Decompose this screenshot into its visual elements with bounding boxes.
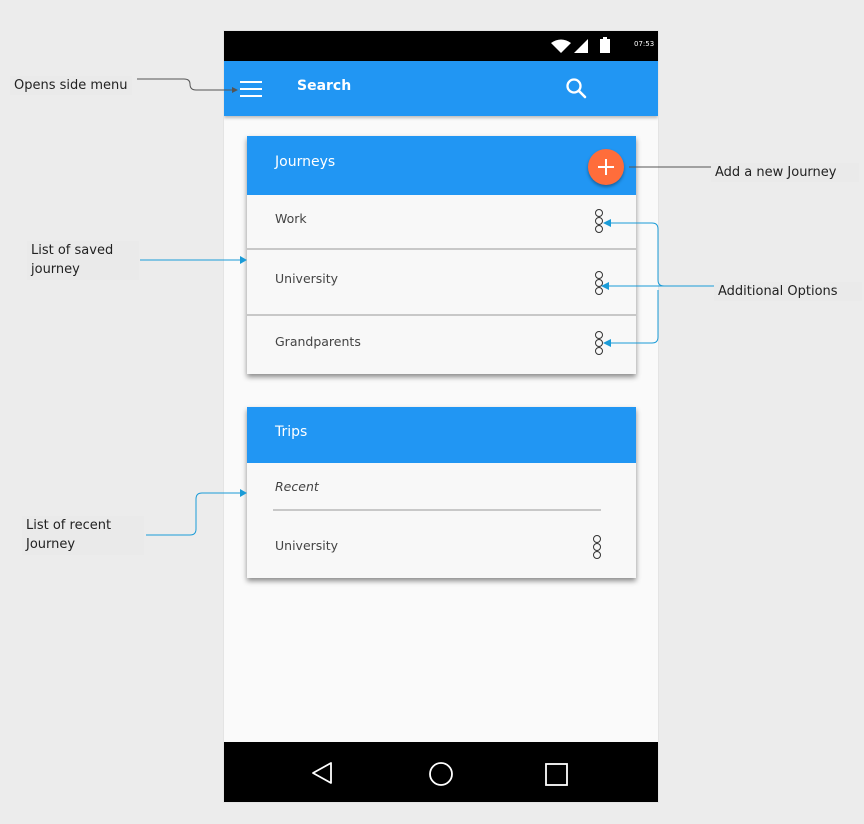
options-connector-top bbox=[610, 222, 714, 287]
options-arrow-bottom bbox=[603, 339, 611, 347]
recent-journey-connector bbox=[146, 492, 242, 536]
side-menu-connector bbox=[137, 78, 236, 91]
annotation-connectors bbox=[137, 78, 714, 536]
options-connector-bottom bbox=[610, 290, 659, 344]
recent-journey-arrow bbox=[240, 489, 247, 497]
options-arrow-mid bbox=[601, 282, 609, 290]
side-menu-arrow bbox=[232, 87, 238, 93]
options-arrow-top bbox=[603, 219, 611, 227]
saved-journey-arrow bbox=[240, 256, 247, 264]
